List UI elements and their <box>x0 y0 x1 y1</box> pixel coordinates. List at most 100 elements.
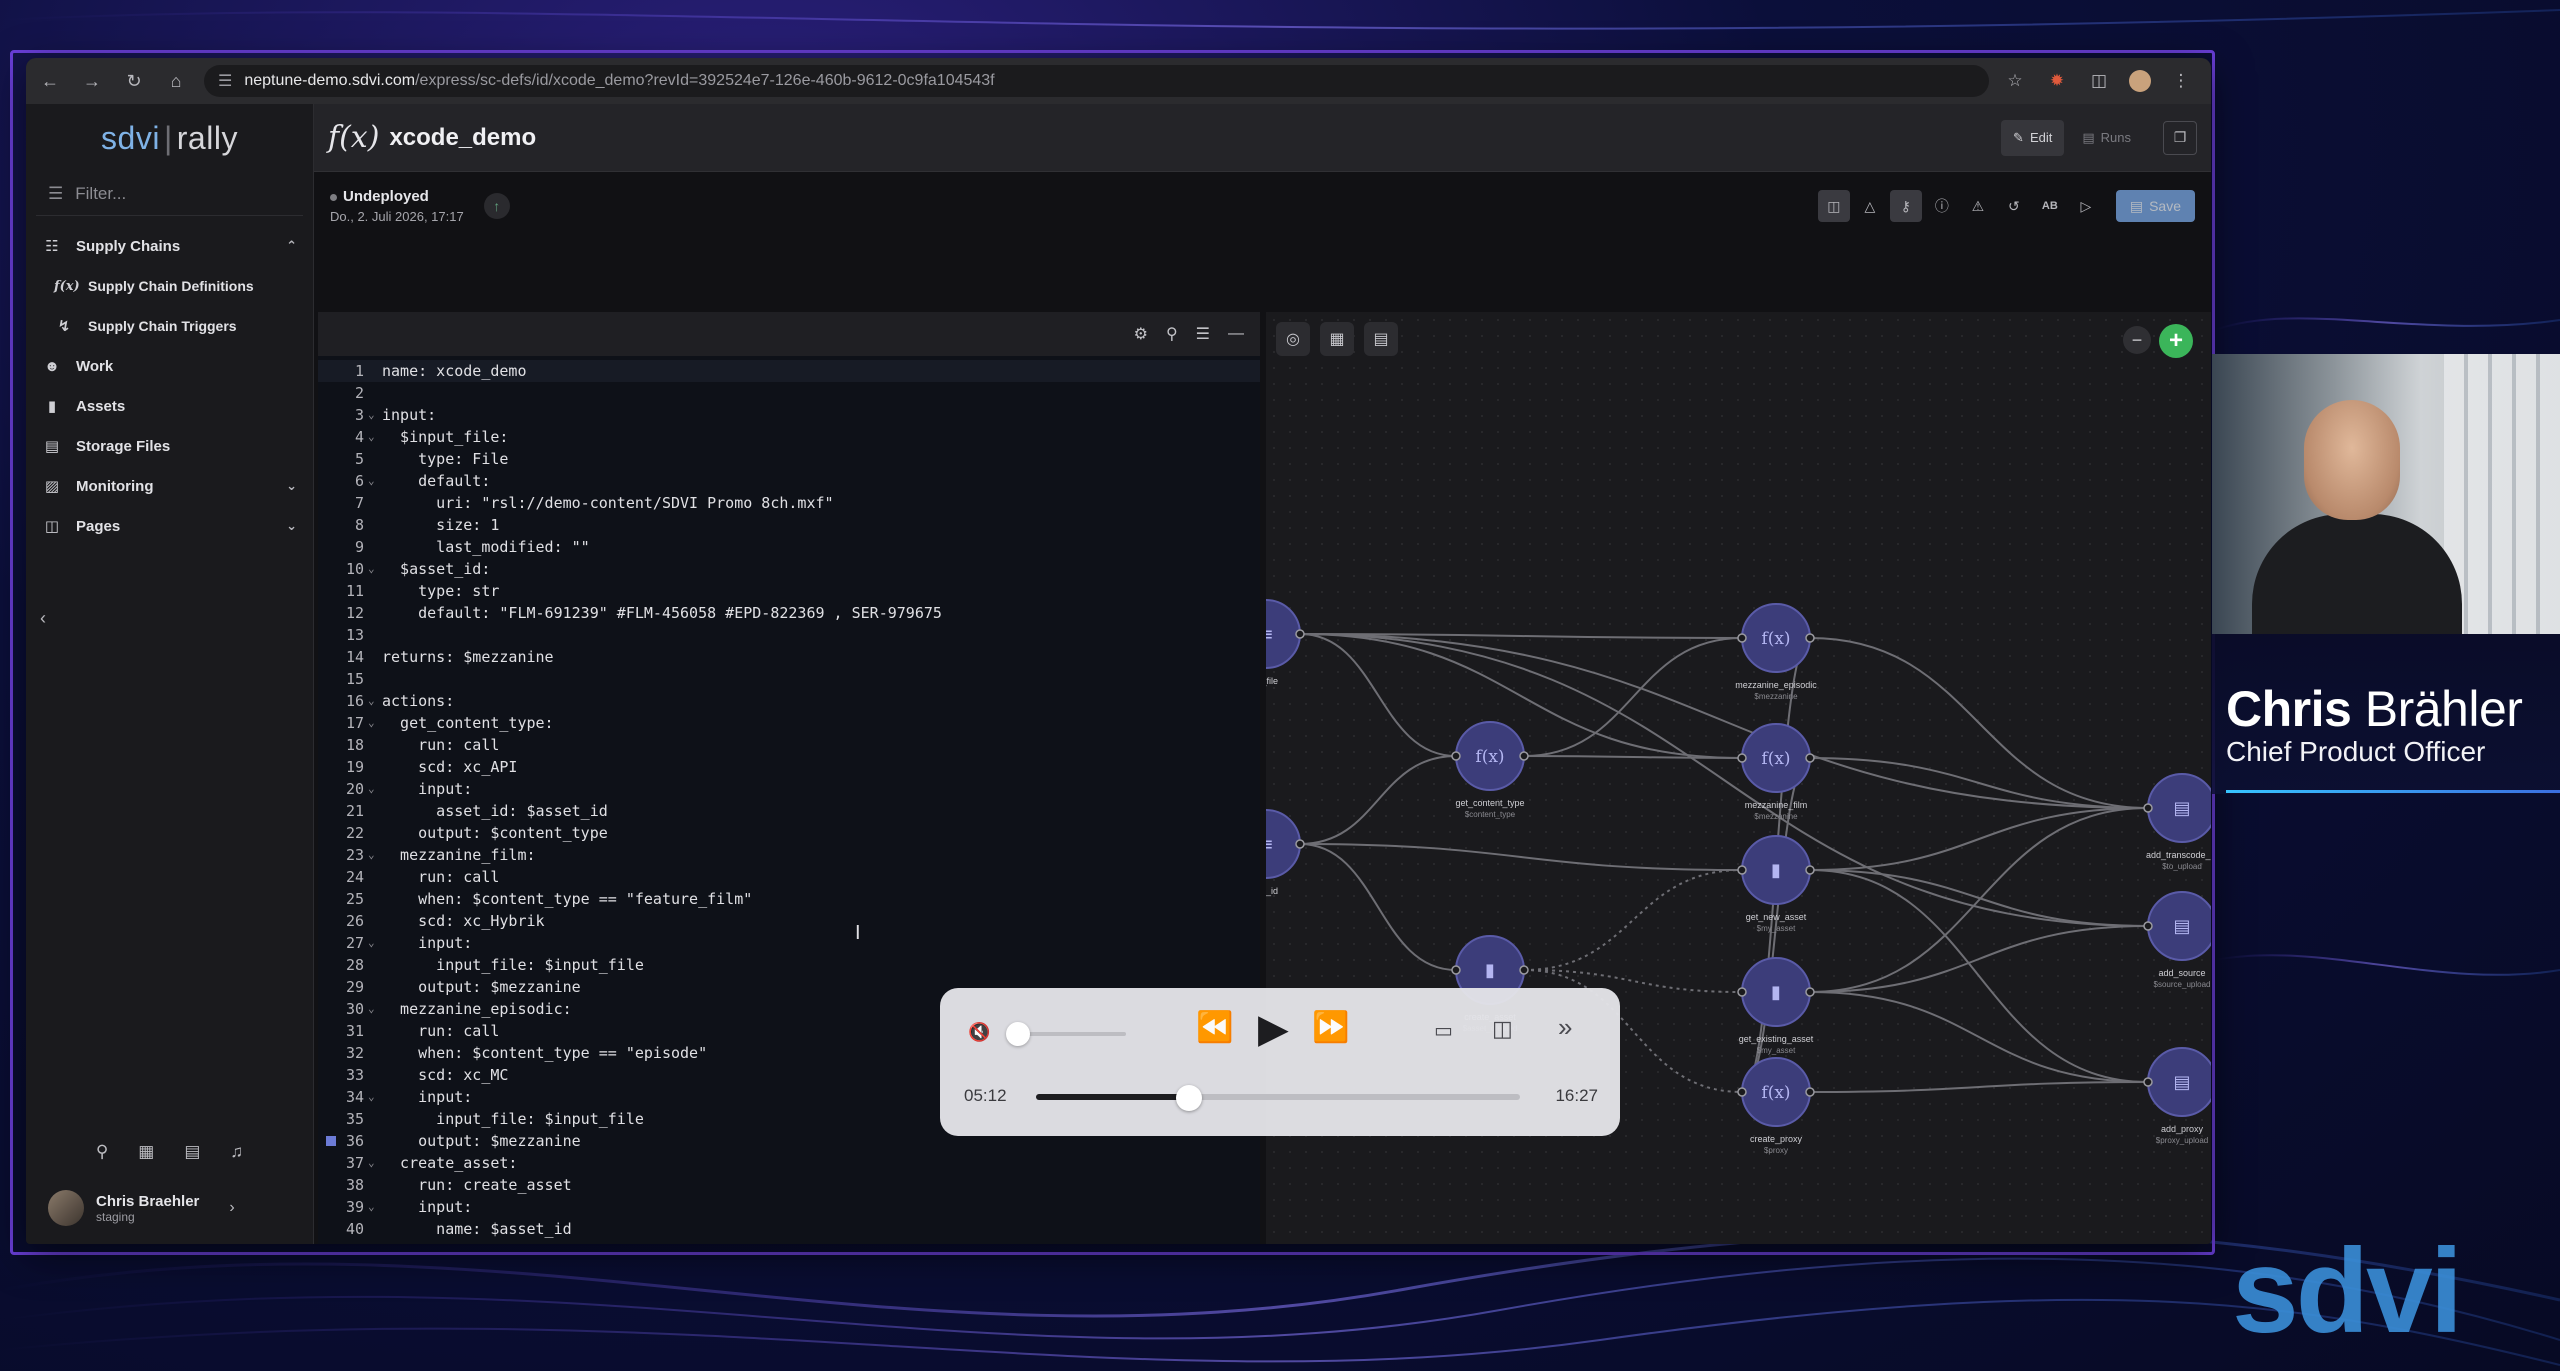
flow-view-icon[interactable]: ⚷ <box>1889 190 1922 222</box>
node-port[interactable] <box>1805 987 1815 997</box>
fast-forward-icon[interactable]: ⏩ <box>1312 1010 1349 1045</box>
copy-icon[interactable]: ❐ <box>2163 120 2197 155</box>
graph-node-create-proxy[interactable]: f(x) create_proxy $proxy <box>1737 1057 1815 1155</box>
node-port[interactable] <box>1451 751 1461 761</box>
node-port[interactable] <box>1805 633 1815 643</box>
info-icon[interactable]: ⓘ <box>1926 190 1958 222</box>
code-line[interactable]: 12 default: "FLM-691239" #FLM-456058 #EP… <box>318 602 1260 624</box>
fold-chevron-icon[interactable]: ⌄ <box>368 932 380 954</box>
fold-chevron-icon[interactable]: ⌄ <box>368 712 380 734</box>
code-line[interactable]: 11 type: str <box>318 580 1260 602</box>
node-port[interactable] <box>1737 633 1747 643</box>
graph-node-get-new-asset[interactable]: ▮ get_new_asset $my_asset <box>1737 835 1815 933</box>
progress-bar[interactable] <box>1036 1085 1520 1111</box>
gift-icon[interactable]: ▦ <box>138 1142 154 1162</box>
node-port[interactable] <box>1295 839 1305 849</box>
history-icon[interactable]: ↺ <box>1998 190 2030 222</box>
node-port[interactable] <box>2143 1077 2153 1087</box>
layers-icon[interactable]: ☰ <box>1196 324 1210 344</box>
fold-chevron-icon[interactable]: ⌄ <box>368 404 380 426</box>
chevron-up-icon[interactable]: ⌃ <box>286 238 297 254</box>
graph-node-ut-file[interactable]: ≡ ut_file <box>1266 599 1305 686</box>
more-controls-icon[interactable]: » <box>1558 1012 1572 1043</box>
code-line[interactable]: 38 run: create_asset <box>318 1174 1260 1196</box>
code-line[interactable]: 7 uri: "rsl://demo-content/SDVI Promo 8c… <box>318 492 1260 514</box>
code-line[interactable]: 26 scd: xc_Hybrik <box>318 910 1260 932</box>
sidebar-item-supply-chains[interactable]: ☷ Supply Chains ⌃ <box>26 226 313 266</box>
kebab-menu-icon[interactable]: ⋮ <box>2169 69 2193 93</box>
code-line[interactable]: 18 run: call <box>318 734 1260 756</box>
node-port[interactable] <box>1805 753 1815 763</box>
code-line[interactable]: 40 name: $asset_id <box>318 1218 1260 1240</box>
fold-chevron-icon[interactable]: ⌄ <box>368 1196 380 1218</box>
code-line[interactable]: 41 output: $asset_created <box>318 1240 1260 1244</box>
muted-speaker-icon[interactable]: 🔇 <box>968 1022 990 1043</box>
profile-avatar[interactable] <box>2129 70 2151 92</box>
address-bar[interactable]: ☰ neptune-demo.sdvi.com/express/sc-defs/… <box>204 65 1989 97</box>
app-logo[interactable]: sdvi | rally <box>26 104 313 172</box>
volume-knob[interactable] <box>1005 1022 1030 1046</box>
zoom-in-button[interactable]: + <box>2159 324 2193 358</box>
warning-icon[interactable]: ⚠ <box>1962 190 1994 222</box>
sidebar-item-work[interactable]: ☻ Work <box>26 346 313 386</box>
code-line[interactable]: 25 when: $content_type == "feature_film" <box>318 888 1260 910</box>
zoom-out-button[interactable]: − <box>2123 326 2151 354</box>
fit-screen-icon[interactable]: ▤ <box>1364 322 1398 356</box>
extensions-puzzle-icon[interactable]: ◫ <box>2087 69 2111 93</box>
code-line[interactable]: 4 ⌄ $input_file: <box>318 426 1260 448</box>
node-port[interactable] <box>1737 753 1747 763</box>
graph-node-set-id[interactable]: ≡ set_id <box>1266 809 1305 896</box>
settings-gear-icon[interactable]: ⚙ <box>1134 324 1148 344</box>
fold-chevron-icon[interactable]: ⌄ <box>368 778 380 800</box>
graph-node-add-proxy[interactable]: ▤ add_proxy $proxy_upload <box>2143 1047 2211 1145</box>
code-line[interactable]: 13 <box>318 624 1260 646</box>
fold-chevron-icon[interactable]: ⌄ <box>368 690 380 712</box>
code-line[interactable]: 9 last_modified: "" <box>318 536 1260 558</box>
chevron-down-icon[interactable]: ⌄ <box>286 518 297 534</box>
code-line[interactable]: 8 size: 1 <box>318 514 1260 536</box>
target-center-icon[interactable]: ◎ <box>1276 322 1310 356</box>
node-port[interactable] <box>1519 751 1529 761</box>
code-line[interactable]: 6 ⌄ default: <box>318 470 1260 492</box>
node-port[interactable] <box>1805 865 1815 875</box>
node-port[interactable] <box>1295 629 1305 639</box>
node-port[interactable] <box>1519 965 1529 975</box>
code-line[interactable]: 17 ⌄ get_content_type: <box>318 712 1260 734</box>
save-button[interactable]: ▤ Save <box>2115 190 2195 222</box>
code-line[interactable]: 27 ⌄ input: <box>318 932 1260 954</box>
run-play-icon[interactable]: ▷ <box>2070 190 2102 222</box>
code-line[interactable]: 15 <box>318 668 1260 690</box>
code-line[interactable]: 23 ⌄ mezzanine_film: <box>318 844 1260 866</box>
deploy-upload-icon[interactable]: ↑ <box>483 193 510 219</box>
node-port[interactable] <box>1737 1087 1747 1097</box>
chevron-down-icon[interactable]: ⌄ <box>286 478 297 494</box>
sidebar-item-pages[interactable]: ◫ Pages ⌄ <box>26 506 313 546</box>
node-port[interactable] <box>1737 987 1747 997</box>
ab-compare-icon[interactable]: AB <box>2034 190 2066 222</box>
code-line[interactable]: 21 asset_id: $asset_id <box>318 800 1260 822</box>
search-icon[interactable]: ⚲ <box>1166 324 1178 344</box>
bell-icon[interactable]: ♫ <box>230 1142 243 1162</box>
document-icon[interactable]: ▤ <box>184 1142 200 1162</box>
graph-node-get-existing-asset[interactable]: ▮ get_existing_asset $my_asset <box>1737 957 1815 1055</box>
code-line[interactable]: 39 ⌄ input: <box>318 1196 1260 1218</box>
minimize-icon[interactable]: — <box>1228 325 1244 343</box>
site-settings-icon[interactable]: ☰ <box>218 71 232 91</box>
code-line[interactable]: 10 ⌄ $asset_id: <box>318 558 1260 580</box>
runs-button[interactable]: ▤ Runs <box>2070 120 2143 156</box>
forward-icon[interactable]: → <box>78 67 106 95</box>
graph-node-mezzanine-episodic[interactable]: f(x) mezzanine_episodic $mezzanine <box>1735 603 1817 701</box>
search-icon[interactable]: ⚲ <box>96 1142 108 1162</box>
node-port[interactable] <box>2143 921 2153 931</box>
code-line[interactable]: 3 ⌄ input: <box>318 404 1260 426</box>
auto-layout-icon[interactable]: ▦ <box>1320 322 1354 356</box>
code-line[interactable]: 37 ⌄ create_asset: <box>318 1152 1260 1174</box>
fold-chevron-icon[interactable]: ⌄ <box>368 998 380 1020</box>
node-port[interactable] <box>2143 803 2153 813</box>
code-line[interactable]: 16 ⌄ actions: <box>318 690 1260 712</box>
collapse-sidebar-icon[interactable]: ‹ <box>40 608 46 629</box>
code-line[interactable]: 19 scd: xc_API <box>318 756 1260 778</box>
reload-icon[interactable]: ↻ <box>120 67 148 95</box>
code-line[interactable]: 22 output: $content_type <box>318 822 1260 844</box>
fold-chevron-icon[interactable]: ⌄ <box>368 426 380 448</box>
